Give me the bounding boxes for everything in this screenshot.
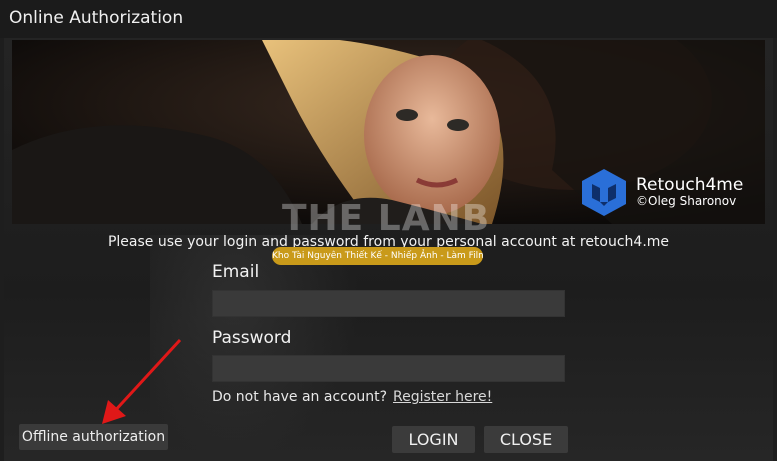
password-label: Password [212, 328, 292, 348]
retouch4me-logo: Retouch4me ©Oleg Sharonov [578, 166, 743, 218]
logo-name: Retouch4me [636, 175, 744, 196]
watermark-text: THE LANB [282, 198, 491, 239]
logo-subtitle: ©Oleg Sharonov [636, 193, 737, 208]
login-button[interactable]: LOGIN [392, 426, 475, 453]
email-label: Email [212, 262, 260, 282]
password-field[interactable] [212, 355, 565, 382]
register-link[interactable]: Register here! [393, 389, 492, 405]
title-bar: Online Authorization [0, 0, 777, 38]
red-arrow-annotation [102, 338, 182, 424]
window-title: Online Authorization [9, 8, 184, 28]
offline-authorization-button[interactable]: Offline authorization [19, 424, 168, 450]
email-field[interactable] [212, 290, 565, 317]
watermark-badge: Kho Tài Nguyên Thiết Kế - Nhiếp Ảnh - Là… [272, 247, 483, 265]
cube-logo-icon [578, 166, 630, 218]
no-account-text: Do not have an account? [212, 389, 388, 405]
close-button[interactable]: CLOSE [484, 426, 568, 453]
